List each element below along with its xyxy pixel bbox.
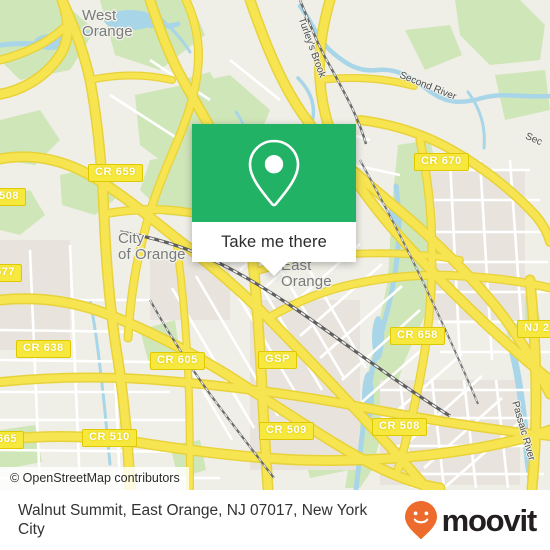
moovit-smiley-pin-icon [404,501,437,540]
location-address: Walnut Summit, East Orange, NJ 07017, Ne… [18,502,368,538]
callout-header [192,124,356,222]
callout-action-row[interactable]: Take me there [192,222,356,262]
map-pin-icon [248,139,300,207]
map-screenshot: West Orange City of Orange East Orange T… [0,0,550,550]
callout-pointer-tail [260,262,288,276]
moovit-wordmark: moovit [441,502,538,538]
osm-attribution[interactable]: © OpenStreetMap contributors [0,467,189,490]
take-me-there-label: Take me there [221,232,327,251]
map-canvas[interactable]: West Orange City of Orange East Orange T… [0,0,550,490]
moovit-brand[interactable]: moovit [404,500,538,540]
location-callout-card[interactable]: Take me there [192,124,356,276]
footer-bar: Walnut Summit, East Orange, NJ 07017, Ne… [0,490,550,550]
